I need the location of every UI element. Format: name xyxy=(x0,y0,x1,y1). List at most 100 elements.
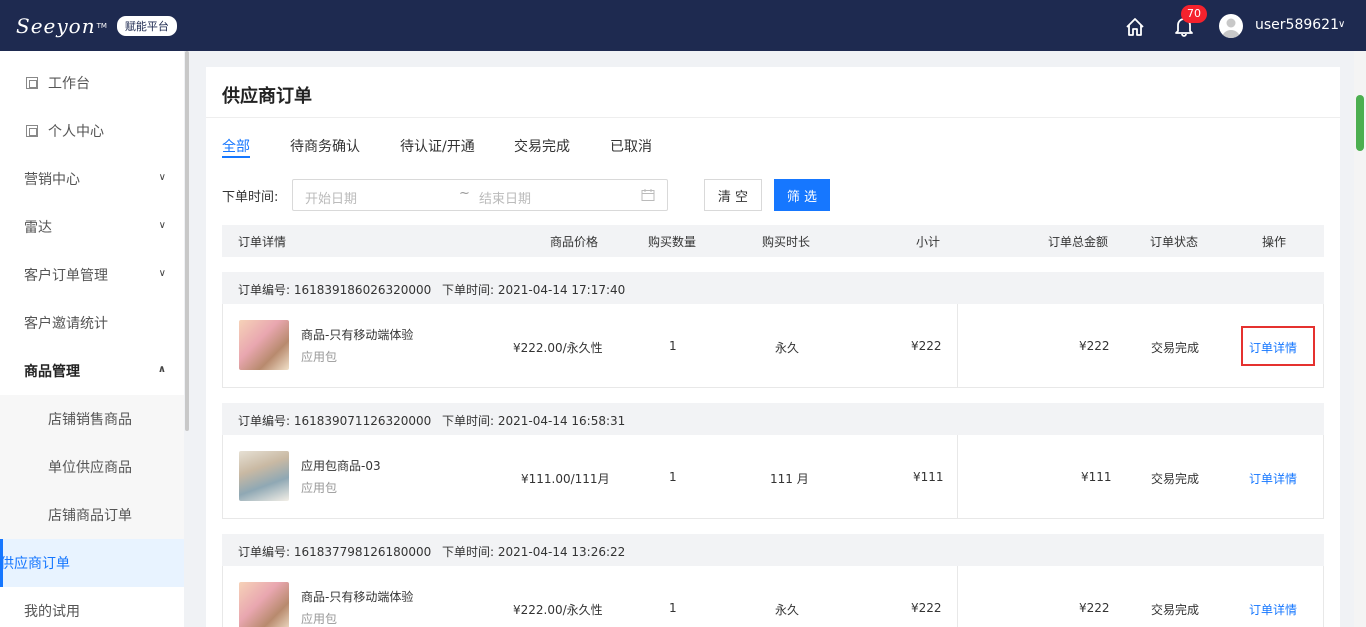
sidebar-item-label: 营销中心 xyxy=(24,172,80,188)
order-detail-link[interactable]: 订单详情 xyxy=(1249,470,1297,487)
col-duration: 购买时长 xyxy=(762,235,811,249)
order-number: 订单编号: 161839071126320000 xyxy=(238,414,432,428)
tab-active-indicator xyxy=(222,156,250,158)
product-thumbnail[interactable] xyxy=(239,582,289,627)
sidebar-item-invite-stats[interactable]: 客户邀请统计 xyxy=(0,299,184,347)
order-row: 应用包商品-03 应用包 ¥111.00/111月 1 111 月 ¥111 ¥… xyxy=(222,435,1324,519)
sidebar-item-customer-orders[interactable]: 客户订单管理 ∨ xyxy=(0,251,184,299)
sidebar-item-personal-center[interactable]: 个人中心 xyxy=(0,107,184,155)
order-total: ¥222 xyxy=(1079,601,1110,615)
sidebar-scrollbar[interactable] xyxy=(184,51,190,627)
sidebar: 工作台 个人中心 营销中心 ∨ 雷达 ∨ 客户订单管理 ∨ 客户邀请统计 商品管… xyxy=(0,51,184,627)
chevron-down-icon: ∨ xyxy=(158,268,166,279)
tab-all[interactable]: 全部 xyxy=(222,136,250,156)
range-separator: ~ xyxy=(459,186,470,201)
sidebar-item-label: 雷达 xyxy=(24,220,52,236)
sidebar-item-store-products[interactable]: 店铺销售商品 xyxy=(0,395,184,443)
sidebar-item-unit-supply[interactable]: 单位供应商品 xyxy=(0,443,184,491)
order-detail-link[interactable]: 订单详情 xyxy=(1249,339,1297,356)
sidebar-item-label: 我的试用 xyxy=(24,604,80,620)
home-icon[interactable] xyxy=(1124,16,1146,38)
sidebar-item-product-management[interactable]: 商品管理 ∧ xyxy=(0,347,184,395)
tab-pending-activation[interactable]: 待认证/开通 xyxy=(400,136,475,156)
product-name: 应用包商品-03 xyxy=(301,459,381,473)
sidebar-item-label: 供应商订单 xyxy=(0,556,70,572)
sidebar-item-label: 单位供应商品 xyxy=(48,460,132,476)
sidebar-item-radar[interactable]: 雷达 ∨ xyxy=(0,203,184,251)
order-time: 下单时间: 2021-04-14 17:17:40 xyxy=(442,283,626,297)
filter-label: 下单时间: xyxy=(222,190,279,205)
page-title: 供应商订单 xyxy=(222,86,312,107)
order-status: 交易完成 xyxy=(1151,341,1200,355)
top-header: Seeyon TM 赋能平台 70 user589621 ∨ xyxy=(0,0,1366,51)
sidebar-item-store-orders[interactable]: 店铺商品订单 xyxy=(0,491,184,539)
order-time: 下单时间: 2021-04-14 16:58:31 xyxy=(442,414,626,428)
order-number: 订单编号: 161837798126180000 xyxy=(238,545,432,559)
sidebar-item-my-trial[interactable]: 我的试用 xyxy=(0,587,184,627)
col-total: 订单总金额 xyxy=(1048,235,1109,249)
divider xyxy=(957,566,958,627)
order-header: 订单编号: 161839186026320000 下单时间: 2021-04-1… xyxy=(222,272,1324,304)
start-date-input[interactable]: 开始日期 xyxy=(305,188,357,207)
tab-completed[interactable]: 交易完成 xyxy=(514,136,570,156)
filter-button[interactable]: 筛 选 xyxy=(774,179,830,211)
username[interactable]: user589621 xyxy=(1255,17,1339,33)
sidebar-item-label: 商品管理 xyxy=(24,364,80,380)
date-range-picker[interactable]: 开始日期 ~ 结束日期 xyxy=(292,179,668,211)
col-action: 操作 xyxy=(1262,235,1287,249)
product-thumbnail[interactable] xyxy=(239,451,289,501)
order-status: 交易完成 xyxy=(1151,472,1200,486)
product-name: 商品-只有移动端体验 xyxy=(301,590,414,604)
col-order-detail: 订单详情 xyxy=(238,235,287,249)
product-price: ¥111.00/111月 xyxy=(521,472,610,486)
product-type: 应用包 xyxy=(301,350,338,364)
product-type: 应用包 xyxy=(301,481,338,495)
order-card: 订单编号: 161839186026320000 下单时间: 2021-04-1… xyxy=(222,272,1324,388)
tab-cancelled[interactable]: 已取消 xyxy=(610,136,652,156)
divider xyxy=(957,304,958,387)
duration: 111 月 xyxy=(770,472,809,486)
sidebar-item-label: 工作台 xyxy=(48,76,90,92)
order-status: 交易完成 xyxy=(1151,603,1200,617)
page-scrollbar-thumb[interactable] xyxy=(1356,95,1364,151)
sidebar-scrollbar-thumb[interactable] xyxy=(185,51,189,431)
notification-badge: 70 xyxy=(1181,5,1207,23)
col-subtotal: 小计 xyxy=(916,235,941,249)
order-detail-link[interactable]: 订单详情 xyxy=(1249,601,1297,618)
main-content: 供应商订单 全部 待商务确认 待认证/开通 交易完成 已取消 下单时间: 开始日… xyxy=(206,67,1340,627)
chevron-down-icon[interactable]: ∨ xyxy=(1338,19,1345,30)
workbench-icon xyxy=(26,77,38,89)
order-row: 商品-只有移动端体验 应用包 ¥222.00/永久性 1 永久 ¥222 ¥22… xyxy=(222,566,1324,627)
logo[interactable]: Seeyon TM 赋能平台 xyxy=(0,0,190,51)
end-date-input[interactable]: 结束日期 xyxy=(479,188,531,207)
logo-tm: TM xyxy=(96,21,107,30)
sidebar-item-label: 客户订单管理 xyxy=(24,268,108,284)
order-header: 订单编号: 161839071126320000 下单时间: 2021-04-1… xyxy=(222,403,1324,435)
sidebar-item-supplier-orders[interactable]: 供应商订单 xyxy=(0,539,184,587)
sidebar-item-marketing[interactable]: 营销中心 ∨ xyxy=(0,155,184,203)
divider xyxy=(206,117,1340,118)
tab-pending-business[interactable]: 待商务确认 xyxy=(290,136,360,156)
order-number: 订单编号: 161839186026320000 xyxy=(238,283,432,297)
subtotal: ¥222 xyxy=(911,601,942,615)
col-price: 商品价格 xyxy=(550,235,599,249)
page-scrollbar[interactable] xyxy=(1354,51,1366,627)
duration: 永久 xyxy=(775,341,800,355)
user-avatar-icon xyxy=(1222,18,1240,38)
quantity: 1 xyxy=(669,339,677,353)
chevron-down-icon: ∨ xyxy=(158,172,166,183)
calendar-icon xyxy=(641,189,655,201)
product-thumbnail[interactable] xyxy=(239,320,289,370)
sidebar-item-label: 个人中心 xyxy=(48,124,104,140)
order-row: 商品-只有移动端体验 应用包 ¥222.00/永久性 1 永久 ¥222 ¥22… xyxy=(222,304,1324,388)
col-status: 订单状态 xyxy=(1150,235,1199,249)
subtotal: ¥222 xyxy=(911,339,942,353)
sidebar-item-workbench[interactable]: 工作台 xyxy=(0,59,184,107)
sidebar-item-label: 店铺销售商品 xyxy=(48,412,132,428)
clear-button[interactable]: 清 空 xyxy=(704,179,762,211)
divider xyxy=(957,435,958,518)
sidebar-item-label: 客户邀请统计 xyxy=(24,316,108,332)
avatar[interactable] xyxy=(1219,14,1243,38)
product-price: ¥222.00/永久性 xyxy=(513,603,603,617)
user-center-icon xyxy=(26,125,38,137)
